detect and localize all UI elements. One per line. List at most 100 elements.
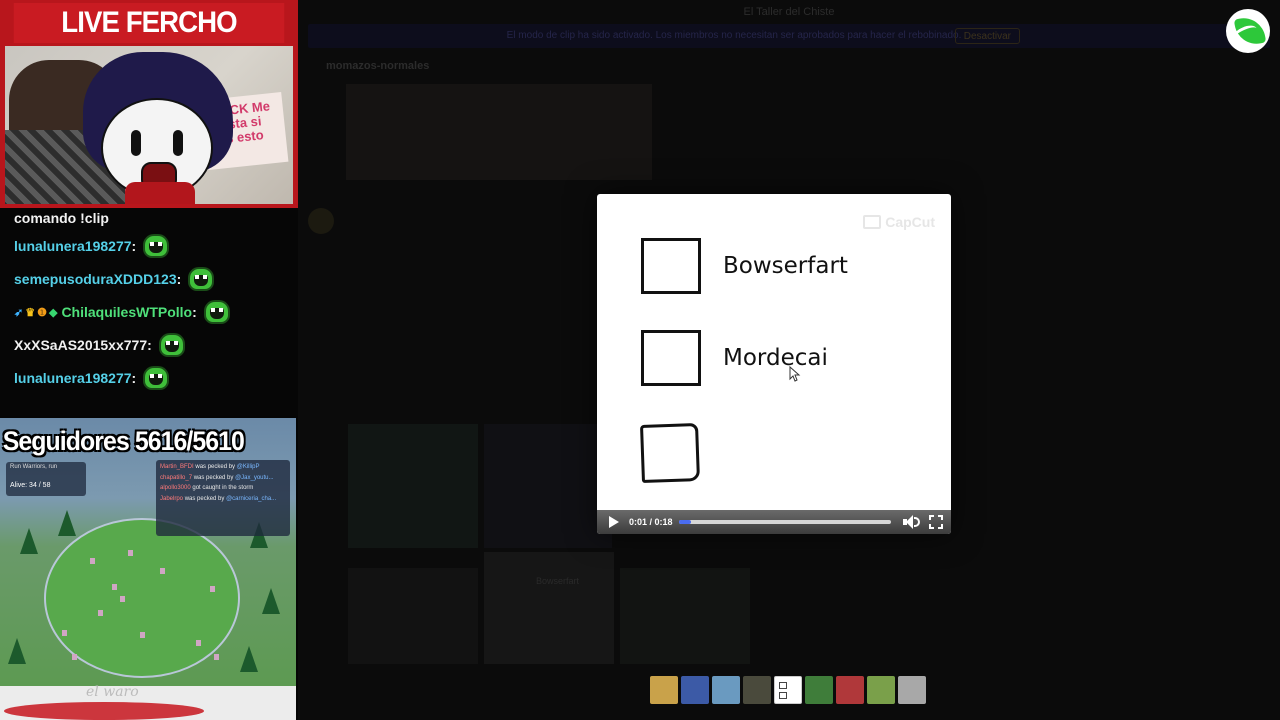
gallery-thumb[interactable] [681, 676, 709, 704]
one-badge-icon: ❶ [37, 306, 47, 319]
option-checkbox-handdrawn [640, 423, 700, 483]
player-marker [160, 568, 165, 574]
chat-username: semepusoduraXDDD123 [14, 271, 177, 287]
capcut-watermark: CapCut [863, 214, 935, 230]
background-window-title: El Taller del Chiste [743, 6, 835, 18]
chat-username: XxXSaAS2015xx777 [14, 337, 148, 353]
option-checkbox [641, 238, 701, 294]
background-notice-text: El modo de clip ha sido activado. Los mi… [506, 30, 962, 41]
kill-feed-row: Martin_BFDI was pecked by @KillipP [160, 464, 260, 470]
red-smudge [4, 702, 204, 720]
scream-emote-icon [158, 331, 186, 359]
player-marker [128, 550, 133, 556]
option-checkbox [641, 330, 701, 386]
cursive-banner: el waro [0, 684, 296, 720]
chat-message: lunalunera198277: [14, 364, 170, 392]
tree-icon [8, 638, 26, 664]
gallery-thumb[interactable] [650, 676, 678, 704]
chat-message: XxXSaAS2015xx777: [14, 331, 186, 359]
gallery-thumb[interactable] [898, 676, 926, 704]
background-deactivate-button: Desactivar [954, 28, 1020, 44]
play-icon[interactable] [609, 516, 619, 528]
alive-counter: Run Warriors, run Alive: 34 / 58 [6, 462, 86, 496]
chat-message: ➶ ♛ ❶ ◆ ChilaquilesWTPollo: [14, 298, 231, 326]
player-marker [196, 640, 201, 646]
cartoon-eye [173, 130, 183, 156]
background-avatar [308, 208, 334, 234]
kill-feed: Martin_BFDI was pecked by @KillipP chapa… [156, 460, 290, 536]
banner-photo: CLICK Me Gusta si vas esto [5, 46, 293, 204]
player-marker [140, 632, 145, 638]
option-bowserfart: Bowserfart [641, 238, 848, 294]
option-label: Bowserfart [723, 253, 848, 279]
gallery-thumb[interactable] [836, 676, 864, 704]
cartoon-avatar-body [125, 182, 195, 204]
gallery-strip [650, 676, 926, 704]
tree-icon [20, 528, 38, 554]
player-marker [214, 654, 219, 660]
background-channel-name: momazos-normales [326, 60, 430, 72]
gallery-thumb[interactable] [712, 676, 740, 704]
kill-feed-row: Jabelrpo was pecked by @carniceria_cha..… [160, 495, 277, 502]
chat-message: semepusoduraXDDD123: [14, 265, 215, 293]
background-thumb-label: Bowserfart [536, 576, 580, 586]
chat-username: ChilaquilesWTPollo [61, 304, 193, 320]
chat-username: lunalunera198277 [14, 370, 132, 386]
gem-badge-icon: ◆ [48, 306, 58, 319]
background-thumbnail [348, 568, 478, 664]
player-marker [98, 610, 103, 616]
streamer-banner: LIVE FERCHO REACTION CLICK Me Gusta si v… [0, 0, 298, 208]
mouse-cursor-icon [789, 366, 801, 382]
background-notice-banner: El modo de clip ha sido activado. Los mi… [308, 24, 1270, 48]
video-player[interactable]: CapCut Bowserfart Mordecai 0:01 / 0:18 [597, 194, 951, 534]
scream-emote-icon [142, 364, 170, 392]
followers-counter: Seguidores 5616/5610 [2, 426, 245, 456]
tree-icon [240, 646, 258, 672]
gallery-thumb[interactable] [867, 676, 895, 704]
scream-emote-icon [142, 232, 170, 260]
player-marker [210, 586, 215, 592]
chat-badges: ➶ ♛ ❶ ◆ [14, 306, 57, 319]
alive-header: Run Warriors, run [10, 464, 58, 470]
capcut-icon [863, 215, 882, 229]
chat-message: lunalunera198277: [14, 232, 170, 260]
background-thumbnail [620, 568, 750, 664]
gallery-thumb[interactable] [805, 676, 833, 704]
tree-icon [262, 588, 280, 614]
gallery-thumb[interactable] [743, 676, 771, 704]
scream-emote-icon [203, 298, 231, 326]
chat-username: lunalunera198277 [14, 238, 132, 254]
banner-title: LIVE FERCHO REACTION [13, 3, 285, 79]
option-label: Mordecai [723, 345, 828, 371]
cartoon-eye [131, 130, 141, 156]
cursive-text: el waro [86, 684, 139, 700]
player-marker [62, 630, 67, 636]
player-marker [72, 654, 77, 660]
kill-feed-row: chapatillo_7 was pecked by @Jax_youtu... [160, 474, 274, 481]
background-thumbnail [484, 424, 612, 548]
watermark-text: CapCut [885, 214, 935, 230]
stream-overlay: LIVE FERCHO REACTION CLICK Me Gusta si v… [0, 0, 298, 720]
video-progress-fill [678, 520, 692, 524]
sword-badge-icon: ➶ [14, 306, 24, 319]
volume-icon[interactable] [903, 515, 920, 529]
kill-feed-row: alpollo3000 got caught in the storm [160, 485, 254, 491]
video-progress-bar[interactable] [678, 520, 891, 524]
background-thumbnail [348, 424, 478, 548]
video-time: 0:01 / 0:18 [629, 517, 673, 527]
player-marker [90, 558, 95, 564]
player-marker [120, 596, 125, 602]
chat-command-hint: comando !clip [14, 210, 109, 226]
option-blank [640, 423, 721, 483]
app-logo-icon [1226, 9, 1270, 53]
game-overlay: Run Warriors, run Alive: 34 / 58 Martin_… [0, 418, 296, 686]
scream-emote-icon [187, 265, 215, 293]
fullscreen-icon[interactable] [929, 515, 943, 529]
crown-badge-icon: ♛ [25, 306, 36, 319]
video-controls: 0:01 / 0:18 [597, 510, 951, 534]
gallery-thumb-active[interactable] [774, 676, 802, 704]
player-marker [112, 584, 117, 590]
alive-label: Alive: 34 / 58 [10, 482, 51, 489]
background-thumbnail [346, 84, 652, 180]
chat-panel: comando !clip lunalunera198277: semepuso… [0, 208, 298, 416]
